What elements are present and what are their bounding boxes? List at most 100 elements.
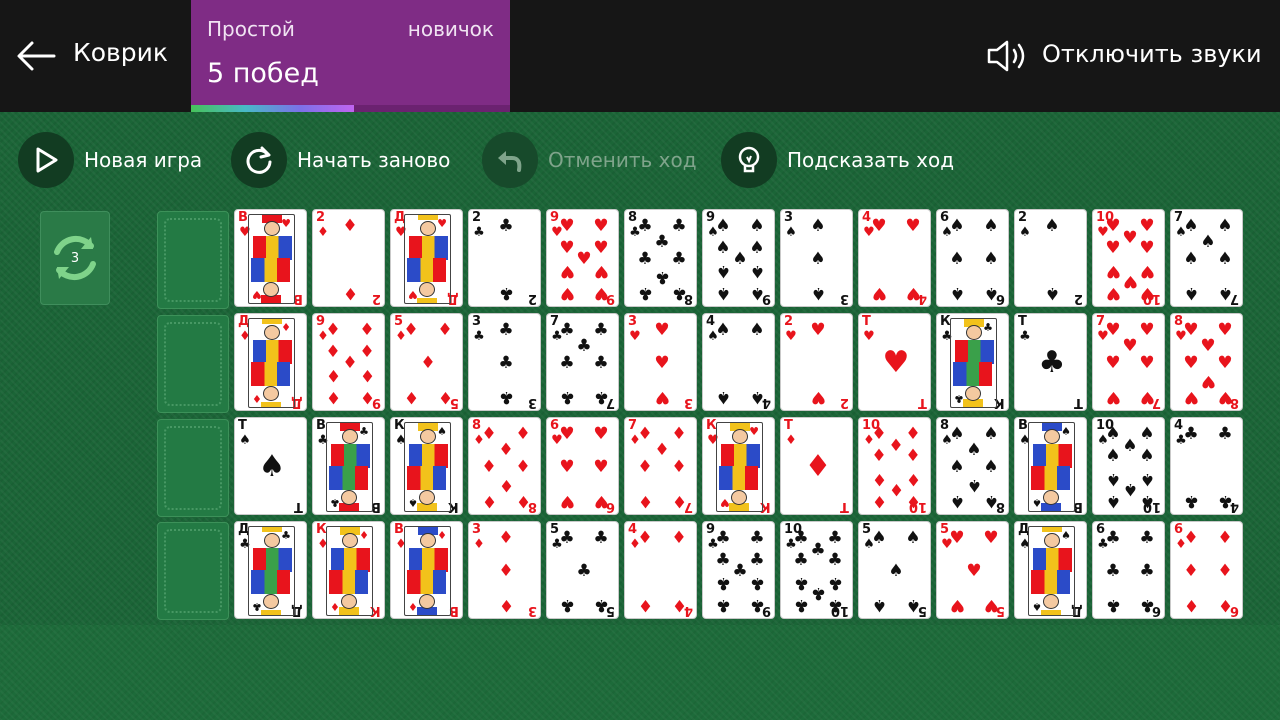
card-2-of-diamonds[interactable]: 2 ♦ 2 ♦ ♦ <box>312 209 385 307</box>
card-6-of-spades[interactable]: 6 ♠ 6 ♠ ♠ ♠ ♠ ♠ ♠ <box>936 209 1009 307</box>
suit-pip-icon: ♥ <box>593 423 609 444</box>
card-5-of-hearts[interactable]: 5 ♥ 5 ♥ ♥ ♥ ♥ ♥ <box>936 521 1009 619</box>
card-king-of-diamonds[interactable]: К ♦ К ♦ ♦ <box>312 521 385 619</box>
empty-slot[interactable] <box>157 315 229 413</box>
face-icon <box>1043 594 1059 609</box>
card-10-of-hearts[interactable]: 10 ♥ 10 ♥ ♥ ♥ ♥ ♥ ♥ ♥ ♥ ♥ ♥ <box>1092 209 1165 307</box>
robe <box>719 466 758 490</box>
card-king-of-hearts[interactable]: К ♥ К ♥ ♥ <box>702 417 775 515</box>
card-queen-of-clubs[interactable]: Д ♣ Д ♣ ♣ <box>234 521 307 619</box>
suit-pip-icon: ♣ <box>810 539 826 560</box>
level-panel[interactable]: Простой новичок 5 побед <box>191 0 510 112</box>
card-4-of-spades[interactable]: 4 ♠ 4 ♠ ♠ ♠ ♠ <box>702 313 775 411</box>
robe <box>253 236 292 260</box>
court-figure: ♣ ♣ <box>326 422 373 512</box>
card-10-of-spades[interactable]: 10 ♠ 10 ♠ ♠ ♠ ♠ ♠ ♠ ♠ ♠ ♠ ♠ <box>1092 417 1165 515</box>
card-4-of-diamonds[interactable]: 4 ♦ 4 ♦ ♦ ♦ ♦ <box>624 521 697 619</box>
card-5-of-diamonds[interactable]: 5 ♦ 5 ♦ ♦ ♦ ♦ ♦ <box>390 313 463 411</box>
card-7-of-diamonds[interactable]: 7 ♦ 7 ♦ ♦ ♦ ♦ ♦ ♦ ♦ <box>624 417 697 515</box>
card-7-of-clubs[interactable]: 7 ♣ 7 ♣ ♣ ♣ ♣ ♣ ♣ ♣ <box>546 313 619 411</box>
restart-button[interactable]: Начать заново <box>231 132 450 188</box>
suit-pip-icon: ♥ <box>654 386 670 407</box>
card-8-of-hearts[interactable]: 8 ♥ 8 ♥ ♥ ♥ ♥ ♥ ♥ ♥ ♥ <box>1170 313 1243 411</box>
card-9-of-clubs[interactable]: 9 ♣ 9 ♣ ♣ ♣ ♣ ♣ ♣ ♣ ♣ ♣ <box>702 521 775 619</box>
card-4-of-clubs[interactable]: 4 ♣ 4 ♣ ♣ ♣ ♣ <box>1170 417 1243 515</box>
suit-pip-icon: ♣ <box>559 594 575 615</box>
suit-pip-icon: ♣ <box>654 231 670 252</box>
suit-pip-icon: ♠ <box>983 423 999 444</box>
card-king-of-clubs[interactable]: К ♣ К ♣ ♣ <box>936 313 1009 411</box>
suit-pip-icon: ♦ <box>905 423 921 444</box>
face-icon <box>420 533 436 548</box>
card-queen-of-spades[interactable]: Д ♠ Д ♠ ♠ <box>1014 521 1087 619</box>
card-2-of-clubs[interactable]: 2 ♣ 2 ♣ ♣ <box>468 209 541 307</box>
suit-pip-icon: ♠ <box>949 215 965 236</box>
card-rank: 3 <box>628 314 638 329</box>
card-jack-of-clubs[interactable]: В ♣ В ♣ ♣ <box>312 417 385 515</box>
card-5-of-spades[interactable]: 5 ♠ 5 ♠ ♠ ♠ ♠ ♠ <box>858 521 931 619</box>
robe <box>331 444 370 468</box>
card-3-of-clubs[interactable]: 3 ♣ 3 ♣ ♣ ♣ <box>468 313 541 411</box>
empty-slot[interactable] <box>157 522 229 620</box>
card-jack-of-hearts[interactable]: В ♥ В ♥ ♥ <box>234 209 307 307</box>
suit-pip-icon: ♥ <box>1105 237 1121 258</box>
card-7-of-spades[interactable]: 7 ♠ 7 ♠ ♠ ♠ ♠ ♠ ♠ ♠ <box>1170 209 1243 307</box>
suit-pip-icon: ♥ <box>1139 282 1155 303</box>
robe <box>1033 548 1072 572</box>
card-9-of-hearts[interactable]: 9 ♥ 9 ♥ ♥ ♥ ♥ ♥ ♥ ♥ ♥ ♥ <box>546 209 619 307</box>
card-8-of-spades[interactable]: 8 ♠ 8 ♠ ♠ ♠ ♠ ♠ ♠ ♠ ♠ <box>936 417 1009 515</box>
card-suit-icon: ♦ <box>785 433 797 448</box>
card-8-of-clubs[interactable]: 8 ♣ 8 ♣ ♣ ♣ ♣ ♣ ♣ ♣ ♣ <box>624 209 697 307</box>
card-2-of-hearts[interactable]: 2 ♥ 2 ♥ ♥ <box>780 313 853 411</box>
court-figure-half: ♦ <box>327 570 372 615</box>
card-8-of-diamonds[interactable]: 8 ♦ 8 ♦ ♦ ♦ ♦ ♦ ♦ ♦ ♦ <box>468 417 541 515</box>
card-ace-of-clubs[interactable]: Т ♣ Т ♣ <box>1014 313 1087 411</box>
stock-pile[interactable]: 3 <box>40 211 110 305</box>
card-ace-of-hearts[interactable]: Т ♥ Т ♥ <box>858 313 931 411</box>
suit-pip-icon: ♥ <box>983 594 999 615</box>
suit-pip-icon: ♥ <box>654 352 670 373</box>
suit-pip-icon: ♥ <box>593 490 609 511</box>
card-6-of-diamonds[interactable]: 6 ♦ 6 ♦ ♦ ♦ ♦ ♦ ♦ <box>1170 521 1243 619</box>
card-rank: 3 <box>472 314 482 329</box>
card-jack-of-spades[interactable]: В ♠ В ♠ ♠ <box>1014 417 1087 515</box>
back-button[interactable]: Коврик <box>0 0 180 112</box>
card-king-of-spades[interactable]: К ♠ К ♠ ♠ <box>390 417 463 515</box>
card-10-of-clubs[interactable]: 10 ♣ 10 ♣ ♣ ♣ ♣ ♣ ♣ ♣ ♣ ♣ ♣ <box>780 521 853 619</box>
card-6-of-hearts[interactable]: 6 ♥ 6 ♥ ♥ ♥ ♥ ♥ ♥ <box>546 417 619 515</box>
card-3-of-hearts[interactable]: 3 ♥ 3 ♥ ♥ ♥ <box>624 313 697 411</box>
card-ace-of-spades[interactable]: Т ♠ Т ♠ <box>234 417 307 515</box>
suit-pip-icon: ♠ <box>1217 282 1233 303</box>
robe <box>329 570 368 594</box>
mute-sounds-button[interactable]: Отключить звуки <box>970 0 1280 112</box>
suit-icon: ♣ <box>983 321 993 334</box>
empty-slot[interactable] <box>157 211 229 309</box>
undo-button[interactable]: Отменить ход <box>482 132 697 188</box>
card-2-of-spades[interactable]: 2 ♠ 2 ♠ ♠ <box>1014 209 1087 307</box>
card-5-of-clubs[interactable]: 5 ♣ 5 ♣ ♣ ♣ ♣ ♣ <box>546 521 619 619</box>
card-queen-of-diamonds[interactable]: Д ♦ Д ♦ ♦ <box>234 313 307 411</box>
card-3-of-diamonds[interactable]: 3 ♦ 3 ♦ ♦ ♦ <box>468 521 541 619</box>
court-figure-half: ♦ <box>249 319 294 364</box>
card-7-of-hearts[interactable]: 7 ♥ 7 ♥ ♥ ♥ ♥ ♥ ♥ ♥ <box>1092 313 1165 411</box>
card-3-of-spades[interactable]: 3 ♠ 3 ♠ ♠ ♠ <box>780 209 853 307</box>
card-rank: Т <box>784 418 793 433</box>
empty-slot[interactable] <box>157 419 229 517</box>
hint-button[interactable]: Подсказать ход <box>721 132 954 188</box>
card-ace-of-diamonds[interactable]: Т ♦ Т ♦ <box>780 417 853 515</box>
card-9-of-diamonds[interactable]: 9 ♦ 9 ♦ ♦ ♦ ♦ ♦ ♦ ♦ ♦ ♦ <box>312 313 385 411</box>
undo-label: Отменить ход <box>548 148 697 172</box>
card-jack-of-diamonds[interactable]: В ♦ В ♦ ♦ <box>390 521 463 619</box>
suit-pip-icon: ♣ <box>1217 490 1233 511</box>
new-game-button[interactable]: Новая игра <box>18 132 202 188</box>
wins-count: 5 побед <box>207 58 319 89</box>
suit-pip-icon: ♥ <box>559 260 575 281</box>
card-10-of-diamonds[interactable]: 10 ♦ 10 ♦ ♦ ♦ ♦ ♦ ♦ ♦ ♦ ♦ ♦ <box>858 417 931 515</box>
card-4-of-hearts[interactable]: 4 ♥ 4 ♥ ♥ ♥ ♥ <box>858 209 931 307</box>
card-9-of-spades[interactable]: 9 ♠ 9 ♠ ♠ ♠ ♠ ♠ ♠ ♠ ♠ ♠ <box>702 209 775 307</box>
card-queen-of-hearts[interactable]: Д ♥ Д ♥ ♥ <box>390 209 463 307</box>
face-icon <box>420 221 436 236</box>
crown-icon <box>261 610 281 615</box>
card-6-of-clubs[interactable]: 6 ♣ 6 ♣ ♣ ♣ ♣ ♣ ♣ <box>1092 521 1165 619</box>
suit-pip-icon: ♠ <box>1105 490 1121 511</box>
